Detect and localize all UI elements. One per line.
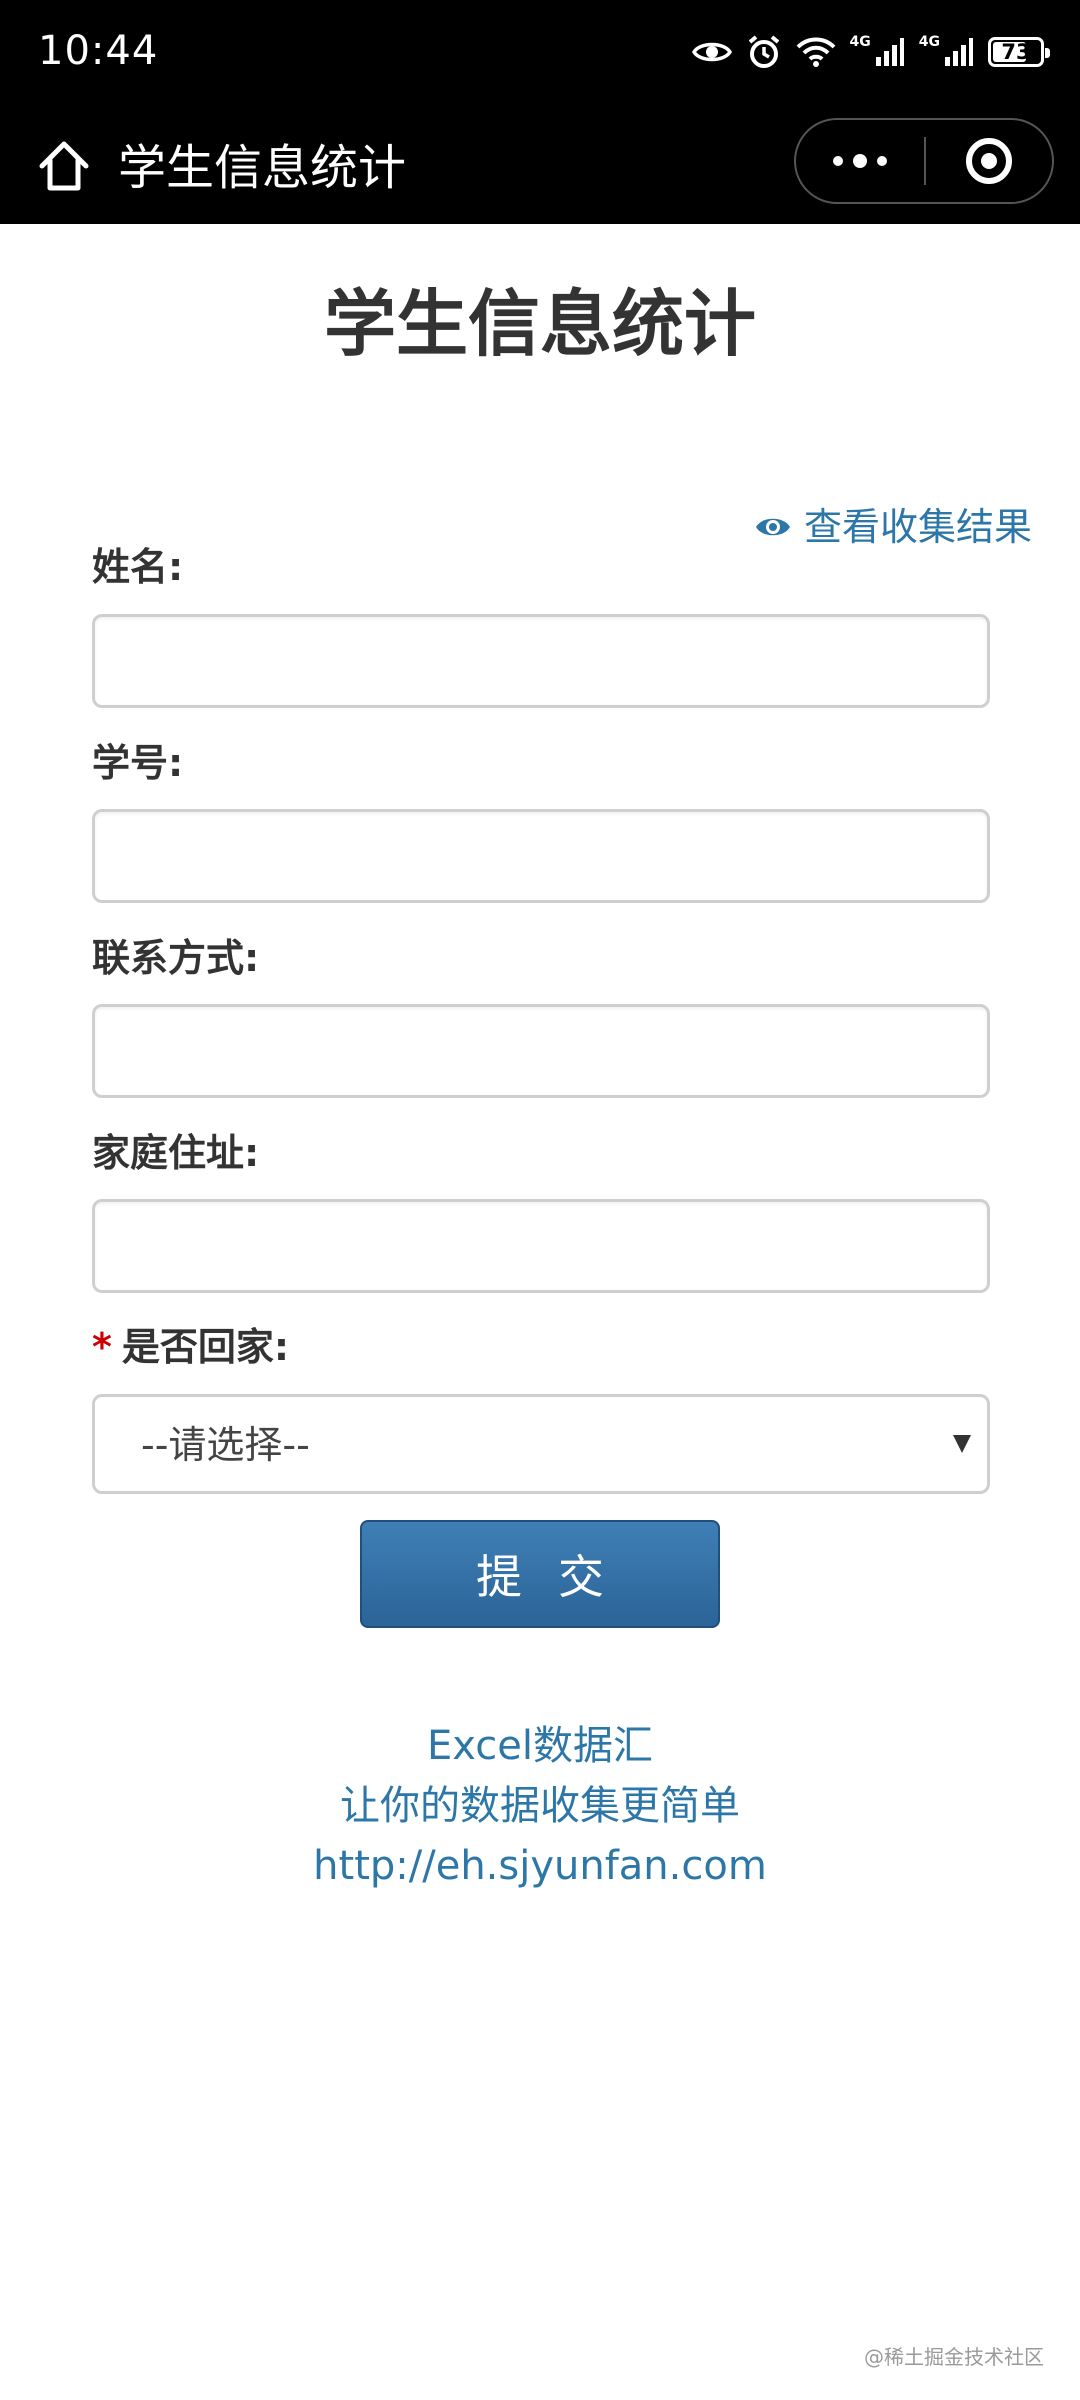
select-value: --请选择-- xyxy=(141,1423,310,1467)
submit-button[interactable]: 提交 xyxy=(360,1520,720,1628)
dot xyxy=(877,156,887,166)
eye-icon xyxy=(755,518,790,536)
contact-input[interactable] xyxy=(92,1004,990,1098)
close-button[interactable] xyxy=(926,120,1052,202)
alarm-icon xyxy=(748,35,779,68)
dropdown-arrow-icon xyxy=(953,1435,971,1453)
watermark: @稀土掘金技术社区 xyxy=(864,2345,1044,2369)
required-mark: * xyxy=(92,1325,112,1369)
more-dots-icon[interactable] xyxy=(796,120,924,202)
footer-url[interactable]: http://eh.sjyunfan.com xyxy=(0,1836,1080,1896)
dot xyxy=(833,156,843,166)
status-time: 10:44 xyxy=(38,28,159,74)
go-home-select[interactable]: --请选择-- xyxy=(92,1394,990,1494)
eye-icon xyxy=(691,42,732,62)
signal-icon-2 xyxy=(945,38,973,66)
address-input[interactable] xyxy=(92,1199,990,1293)
footer: Excel数据汇 让你的数据收集更简单 http://eh.sjyunfan.c… xyxy=(0,1716,1080,1896)
target-circle-icon xyxy=(966,138,1012,184)
battery-icon: 73 xyxy=(988,37,1050,67)
view-results-link[interactable]: 查看收集结果 xyxy=(754,500,1032,554)
contact-label: 联系方式: xyxy=(92,936,260,980)
name-input[interactable] xyxy=(92,614,990,708)
footer-slogan: 让你的数据收集更简单 xyxy=(340,1783,740,1829)
address-label: 家庭住址: xyxy=(92,1131,260,1175)
nav-bar: 学生信息统计 xyxy=(0,112,1080,224)
view-results-label: 查看收集结果 xyxy=(803,505,1032,549)
network-type-2: 4G xyxy=(918,34,940,50)
status-bar: 10:44 4G 4G 73 xyxy=(0,0,1080,112)
go-home-label-row: * 是否回家: xyxy=(92,1320,289,1374)
go-home-label: 是否回家: xyxy=(121,1325,290,1369)
footer-brand: Excel数据汇 xyxy=(427,1723,653,1769)
dot xyxy=(853,154,867,168)
student-id-input[interactable] xyxy=(92,809,990,903)
status-icons: 4G 4G 73 xyxy=(691,30,1050,74)
page-title: 学生信息统计 xyxy=(323,282,756,366)
wifi-icon xyxy=(796,37,835,67)
network-type-1: 4G xyxy=(849,34,871,50)
mini-program-capsule xyxy=(794,118,1054,204)
home-icon[interactable] xyxy=(34,136,94,196)
signal-icon xyxy=(875,38,904,66)
name-label: 姓名: xyxy=(92,545,184,589)
student-id-label: 学号: xyxy=(92,741,184,785)
nav-title: 学生信息统计 xyxy=(118,140,407,196)
battery-level: 73 xyxy=(1001,40,1031,64)
